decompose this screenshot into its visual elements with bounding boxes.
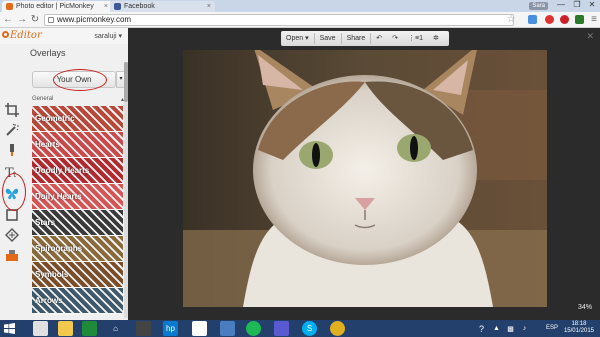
group-label[interactable]: General xyxy=(32,96,53,102)
settings-gear-icon[interactable]: ✲ xyxy=(428,31,444,46)
cat-photo xyxy=(183,50,547,307)
page-icon xyxy=(48,17,54,23)
open-button[interactable]: Open ▾ xyxy=(281,31,314,46)
category-label: Doily Hearts xyxy=(35,192,82,201)
category-label: Stars xyxy=(35,218,56,227)
minimize-icon[interactable]: — xyxy=(554,0,568,11)
category-geometric[interactable]: Geometric xyxy=(32,106,123,132)
address-toolbar: ← → ↻ www.picmonkey.com ☆ ≡ xyxy=(0,12,600,28)
editor-header: Editor saraluji ▾ xyxy=(0,28,128,44)
help-icon[interactable]: ? xyxy=(474,321,489,336)
magic-wand-icon xyxy=(6,123,19,136)
extension-icon[interactable] xyxy=(528,15,537,24)
clock[interactable]: 18:18 15/01/2015 xyxy=(564,321,594,335)
clock-time: 18:18 xyxy=(571,321,587,327)
menu-icon[interactable]: ≡ xyxy=(588,14,600,26)
hp-icon[interactable]: hp xyxy=(163,321,178,336)
panel-title: Overlays xyxy=(30,48,66,58)
category-label: Geometric xyxy=(35,114,75,123)
editor-toolbar: Open ▾ Save Share ↶ ↷ ⋮≡1 ✲ xyxy=(281,31,449,46)
windows-taskbar: ⌂ hp S ? ▲ ▩ ♪ ESP 18:18 15/01/2015 xyxy=(0,320,600,337)
username: saraluji xyxy=(94,33,117,40)
app-icon[interactable] xyxy=(274,321,289,336)
picmonkey-logo-icon xyxy=(2,31,9,38)
chevron-down-icon: ▾ xyxy=(118,33,122,40)
volume-icon[interactable]: ♪ xyxy=(517,321,532,336)
app-icon[interactable] xyxy=(330,321,345,336)
themes-icon xyxy=(6,250,18,261)
close-tab-icon[interactable]: × xyxy=(207,3,211,10)
category-label: Arrows xyxy=(35,296,63,305)
skype-icon[interactable]: S xyxy=(302,321,317,336)
texture-icon xyxy=(5,228,19,242)
clock-date: 15/01/2015 xyxy=(563,328,594,334)
category-hearts[interactable]: Hearts xyxy=(32,132,123,158)
browser-tab-bar: Photo editor | PicMonkey × Facebook × Sa… xyxy=(0,0,600,12)
media-app-icon[interactable] xyxy=(136,321,151,336)
extension-icon[interactable] xyxy=(575,15,584,24)
tab-title: Facebook xyxy=(124,3,155,10)
themes-tool[interactable] xyxy=(4,247,20,263)
annotation-circle-your-own xyxy=(53,69,107,91)
back-icon[interactable]: ← xyxy=(2,14,14,26)
maximize-icon[interactable]: ❐ xyxy=(570,0,584,11)
history-icon[interactable]: ⋮≡1 xyxy=(403,31,428,46)
windows-start-icon[interactable] xyxy=(2,321,17,336)
store-icon[interactable] xyxy=(82,321,97,336)
annotation-circle-tool xyxy=(2,173,26,211)
category-arrows[interactable]: Arrows xyxy=(32,288,123,314)
pinterest-icon[interactable] xyxy=(560,15,569,24)
category-doily-hearts[interactable]: Doily Hearts xyxy=(32,184,123,210)
crop-icon xyxy=(5,103,19,117)
spotify-icon[interactable] xyxy=(246,321,261,336)
editor-brand: Editor xyxy=(10,30,42,41)
tray-arrow-icon[interactable]: ▲ xyxy=(489,321,504,336)
touch-up-tool[interactable] xyxy=(4,142,20,158)
category-doodly-hearts[interactable]: Doodly Hearts xyxy=(32,158,123,184)
brush-icon xyxy=(10,144,14,156)
category-stars[interactable]: Stars xyxy=(32,210,123,236)
category-label: Doodly Hearts xyxy=(35,166,90,175)
textures-tool[interactable] xyxy=(4,227,20,243)
crop-tool[interactable] xyxy=(4,102,20,118)
category-label: Spirographs xyxy=(35,244,83,253)
file-explorer-icon[interactable] xyxy=(58,321,73,336)
network-icon[interactable]: ▩ xyxy=(503,321,518,336)
forward-icon[interactable]: → xyxy=(16,14,28,26)
close-tab-icon[interactable]: × xyxy=(104,3,108,10)
effects-tool[interactable] xyxy=(4,122,20,138)
language-indicator[interactable]: ESP xyxy=(546,325,558,331)
tab-photo-editor[interactable]: Photo editor | PicMonkey × xyxy=(2,1,112,12)
save-button[interactable]: Save xyxy=(315,31,341,46)
close-icon[interactable]: ✕ xyxy=(586,31,594,42)
reload-icon[interactable]: ↻ xyxy=(29,14,41,26)
internet-explorer-icon[interactable] xyxy=(33,321,48,336)
tab-facebook[interactable]: Facebook × xyxy=(110,1,215,12)
category-symbols[interactable]: Symbols xyxy=(32,262,123,288)
category-label: Symbols xyxy=(35,270,69,279)
category-spirographs[interactable]: Spirographs xyxy=(32,236,123,262)
open-label: Open xyxy=(286,35,304,42)
category-label: Hearts xyxy=(35,140,60,149)
facebook-favicon-icon xyxy=(114,3,121,10)
home-icon[interactable]: ⌂ xyxy=(108,321,123,336)
redo-icon[interactable]: ↷ xyxy=(387,31,403,46)
tab-title: Photo editor | PicMonkey xyxy=(16,3,94,10)
picmonkey-favicon-icon xyxy=(6,3,13,10)
chrome-icon[interactable] xyxy=(220,321,235,336)
overlays-panel: Overlays Your Own ▾ General ▴ Geometric … xyxy=(26,44,128,320)
browser-user-badge[interactable]: Sara xyxy=(529,2,548,10)
bookmark-star-icon[interactable]: ☆ xyxy=(505,14,517,26)
camera-app-icon[interactable] xyxy=(192,321,207,336)
share-button[interactable]: Share xyxy=(342,31,371,46)
zoom-level[interactable]: 34% xyxy=(578,304,592,311)
canvas-area: Open ▾ Save Share ↶ ↷ ⋮≡1 ✲ ✕ 34% xyxy=(128,28,600,320)
url-text: www.picmonkey.com xyxy=(57,15,132,24)
close-window-icon[interactable]: ✕ xyxy=(585,0,599,11)
undo-icon[interactable]: ↶ xyxy=(371,31,387,46)
extension-icon[interactable] xyxy=(545,15,554,24)
url-input[interactable]: www.picmonkey.com xyxy=(44,14,514,26)
chevron-down-icon: ▾ xyxy=(305,35,309,42)
user-menu[interactable]: saraluji ▾ xyxy=(94,32,122,40)
